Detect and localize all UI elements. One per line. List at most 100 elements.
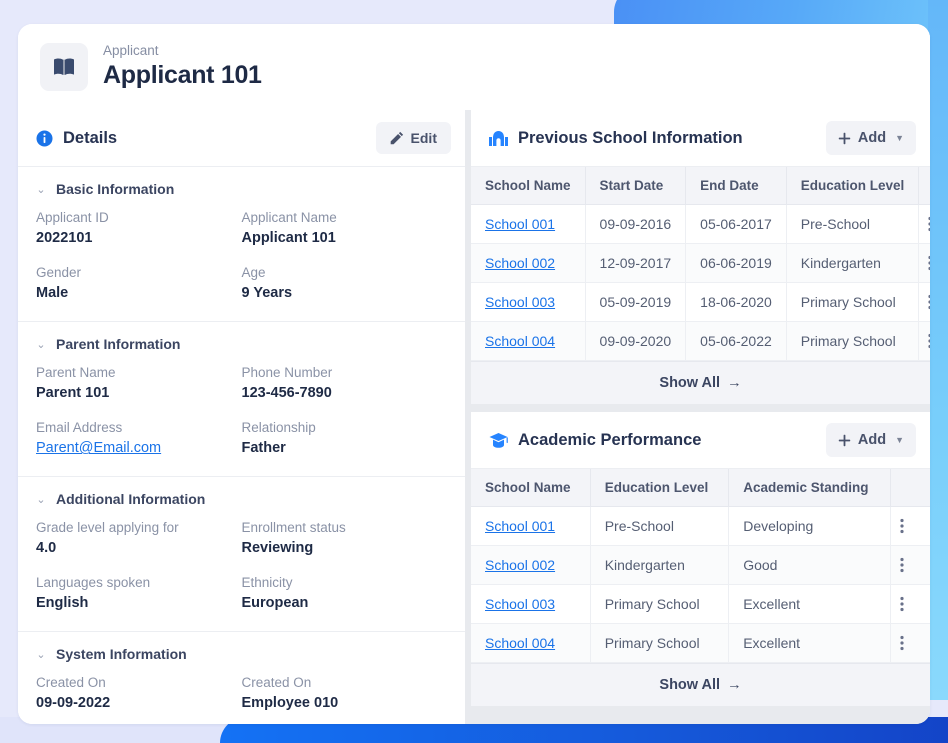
table-cell: 12-09-2017 (585, 243, 687, 283)
table-cell-school-name: School 002 (471, 545, 591, 585)
school-name-link[interactable]: School 002 (485, 557, 555, 573)
column-header: School Name (471, 469, 591, 507)
table-cell: Pre-School (590, 506, 730, 546)
field-value: Father (241, 440, 286, 457)
table-cell: Primary School (786, 321, 920, 361)
details-section-toggle[interactable]: ⌄ Additional Information (36, 491, 447, 507)
academic-performance-table-body: School 001 Pre-School Developing School 002… (471, 506, 930, 663)
kebab-menu-icon[interactable] (891, 596, 913, 612)
table-cell: Kindergarten (590, 545, 730, 585)
table-cell-school-name: School 002 (471, 243, 586, 283)
school-name-link[interactable]: School 002 (485, 255, 555, 271)
previous-school-table-head: School Name Start Date End Date Education L… (471, 167, 930, 205)
previous-school-panel: Previous School Information Add ▼ School… (471, 110, 930, 404)
previous-school-header: Previous School Information Add ▼ (471, 110, 930, 167)
row-actions-cell (918, 204, 930, 244)
page-root: Applicant Applicant 101 Details Edit ⌄ B… (0, 0, 948, 743)
school-name-link[interactable]: School 003 (485, 596, 555, 612)
chevron-down-icon: ⌄ (36, 183, 46, 196)
kebab-menu-icon[interactable] (891, 518, 913, 534)
school-icon (489, 130, 508, 147)
details-field: Enrollment status Reviewing (242, 518, 448, 560)
table-cell-school-name: School 003 (471, 584, 591, 624)
kebab-menu-icon[interactable] (919, 216, 930, 232)
details-field: Languages spoken English (36, 573, 242, 615)
table-cell: 05-09-2019 (585, 282, 687, 322)
details-field: Applicant Name Applicant 101 (242, 208, 448, 250)
column-header: Education Level (786, 167, 920, 205)
previous-school-table: School Name Start Date End Date Education L… (471, 167, 930, 361)
details-field-grid: Created On 09-09-2022 Created On Employee 0… (36, 673, 447, 715)
table-cell: 09-09-2020 (585, 321, 687, 361)
add-previous-school-button[interactable]: Add ▼ (825, 121, 916, 155)
school-name-link[interactable]: School 004 (485, 333, 555, 349)
details-section-label: Parent Information (56, 336, 181, 352)
kebab-menu-icon[interactable] (919, 255, 930, 271)
details-field-grid: Applicant ID 2022101 Applicant Name Applica… (36, 208, 447, 305)
row-actions-cell (890, 623, 930, 663)
details-section-toggle[interactable]: ⌄ System Information (36, 646, 447, 662)
add-academic-performance-button[interactable]: Add ▼ (825, 423, 916, 457)
edit-button[interactable]: Edit (375, 122, 451, 154)
kebab-menu-icon[interactable] (919, 333, 930, 349)
add-previous-school-label: Add (857, 130, 887, 146)
table-row: School 003 05-09-2019 18-06-2020 Primary Sc… (471, 282, 930, 322)
details-section: ⌄ Parent Information Parent Name Parent 101… (18, 322, 465, 477)
previous-school-table-body: School 001 09-09-2016 05-06-2017 Pre-School… (471, 204, 930, 361)
table-cell: Kindergarten (786, 243, 920, 283)
row-actions-cell (890, 584, 930, 624)
field-label: Ethnicity (241, 575, 293, 590)
field-label: Applicant ID (36, 210, 109, 225)
previous-school-title: Previous School Information (518, 128, 743, 147)
table-cell: Pre-School (786, 204, 920, 244)
decorative-gradient-right (928, 0, 948, 700)
academic-performance-show-all-label: Show All (659, 677, 721, 693)
column-header: Academic Standing (728, 469, 891, 507)
table-cell: 05-06-2017 (685, 204, 787, 244)
field-value: 4.0 (36, 540, 57, 557)
details-field: Grade level applying for 4.0 (36, 518, 242, 560)
kebab-menu-icon[interactable] (891, 557, 913, 573)
table-cell-school-name: School 001 (471, 506, 591, 546)
table-row: School 004 09-09-2020 05-06-2022 Primary Sc… (471, 321, 930, 361)
details-field-grid: Parent Name Parent 101 Phone Number 123-456… (36, 363, 447, 460)
field-value: Male (36, 285, 69, 302)
field-value: English (36, 595, 89, 612)
chevron-down-icon: ▼ (895, 133, 904, 143)
school-name-link[interactable]: School 003 (485, 294, 555, 310)
school-name-link[interactable]: School 004 (485, 635, 555, 651)
field-value: 09-09-2022 (36, 695, 111, 712)
details-section-toggle[interactable]: ⌄ Parent Information (36, 336, 447, 352)
kebab-menu-icon[interactable] (891, 635, 913, 651)
column-header: Education Level (590, 469, 730, 507)
field-value: 9 Years (241, 285, 293, 302)
column-header-actions (890, 469, 930, 507)
school-name-link[interactable]: School 001 (485, 518, 555, 534)
details-panel: Details Edit ⌄ Basic Information Applica… (18, 110, 465, 724)
previous-school-show-all[interactable]: Show All → (471, 361, 930, 404)
field-value: 2022101 (36, 230, 93, 247)
kebab-menu-icon[interactable] (919, 294, 930, 310)
details-column: Details Edit ⌄ Basic Information Applica… (18, 110, 465, 724)
details-section: ⌄ Basic Information Applicant ID 2022101 App… (18, 167, 465, 322)
details-field: Applicant ID 2022101 (36, 208, 242, 250)
plus-icon (838, 132, 851, 145)
column-header: End Date (685, 167, 787, 205)
column-spacer (471, 714, 930, 724)
plus-icon (838, 434, 851, 447)
edit-button-label: Edit (410, 130, 437, 146)
field-label: Enrollment status (241, 520, 346, 535)
details-field-grid: Grade level applying for 4.0 Enrollment st… (36, 518, 447, 615)
field-label: Relationship (241, 420, 316, 435)
field-value-link[interactable]: Parent@Email.com (36, 438, 242, 460)
details-section-label: Basic Information (56, 181, 175, 197)
record-body: Details Edit ⌄ Basic Information Applica… (18, 110, 930, 724)
details-field: Created On Employee 010 (242, 673, 448, 715)
details-section-toggle[interactable]: ⌄ Basic Information (36, 181, 447, 197)
academic-performance-show-all[interactable]: Show All → (471, 663, 930, 706)
table-cell: Primary School (590, 584, 730, 624)
table-cell: Primary School (786, 282, 920, 322)
academic-performance-table: School Name Education Level Academic Stand… (471, 469, 930, 663)
table-row: School 001 Pre-School Developing (471, 506, 930, 546)
school-name-link[interactable]: School 001 (485, 216, 555, 232)
